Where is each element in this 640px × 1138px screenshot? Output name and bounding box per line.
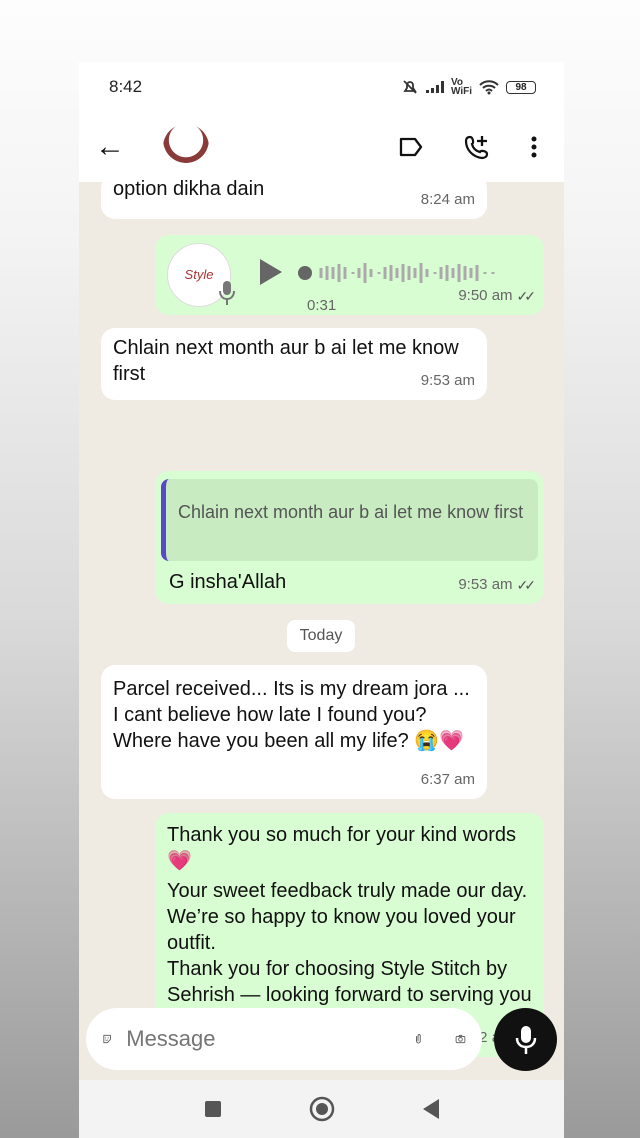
add-call-icon[interactable]: [462, 132, 492, 162]
camera-icon[interactable]: [455, 1026, 466, 1052]
more-vert-icon[interactable]: [530, 135, 538, 159]
message-text: G insha'Allah: [169, 571, 287, 593]
back-icon[interactable]: [421, 1097, 441, 1121]
system-navigation-bar: [79, 1080, 564, 1138]
voice-record-button[interactable]: [494, 1008, 557, 1071]
status-icons: Vo WiFi 98: [401, 77, 536, 97]
read-ticks-icon: ✓✓: [516, 288, 537, 304]
battery-icon: 98: [506, 80, 536, 94]
label-icon[interactable]: [398, 136, 424, 158]
message-composer[interactable]: [86, 1008, 482, 1070]
status-time: 8:42: [109, 77, 143, 96]
attachment-icon[interactable]: [414, 1024, 423, 1054]
message-incoming[interactable]: Chlain next month aur b ai let me know f…: [101, 328, 487, 400]
message-incoming[interactable]: Parcel received... Its is my dream jora …: [101, 665, 487, 799]
muted-bell-icon: [403, 80, 417, 94]
chat-header: ←: [79, 112, 564, 182]
signal-icon: [425, 81, 444, 93]
sticker-icon[interactable]: [102, 1025, 112, 1053]
voice-duration: 0:31: [307, 297, 337, 314]
vowifi-label: Vo WiFi: [450, 77, 472, 97]
message-incoming[interactable]: option dikha dain 8:24 am: [101, 174, 487, 219]
back-arrow-icon[interactable]: ←: [95, 130, 135, 164]
quoted-message[interactable]: Chlain next month aur b ai let me know f…: [161, 479, 538, 561]
status-bar: 8:42 Vo WiFi 98: [79, 62, 564, 112]
message-text-line: Thank you so much for your kind words 💗: [167, 824, 517, 872]
read-ticks-icon: ✓✓: [516, 577, 537, 593]
mic-icon: [219, 281, 235, 305]
mic-icon: [515, 1025, 536, 1054]
date-divider: Today: [287, 620, 355, 652]
message-reply[interactable]: Chlain next month aur b ai let me know f…: [155, 471, 544, 604]
message-list[interactable]: option dikha dain 8:24 am Style 0:31 9:5…: [79, 174, 564, 1082]
recent-apps-icon[interactable]: [203, 1099, 223, 1119]
message-text-line: Your sweet feedback truly made our day. …: [167, 880, 528, 954]
voice-message[interactable]: Style 0:31 9:50 am ✓✓: [155, 235, 544, 315]
message-input[interactable]: [126, 1026, 415, 1052]
whatsapp-screen: 8:42 Vo WiFi 98 ← option dikha dain 8:24 …: [79, 62, 564, 1138]
contact-avatar[interactable]: [163, 124, 209, 170]
wifi-icon: [479, 80, 499, 95]
play-icon[interactable]: [257, 257, 285, 287]
home-icon[interactable]: [308, 1095, 336, 1123]
